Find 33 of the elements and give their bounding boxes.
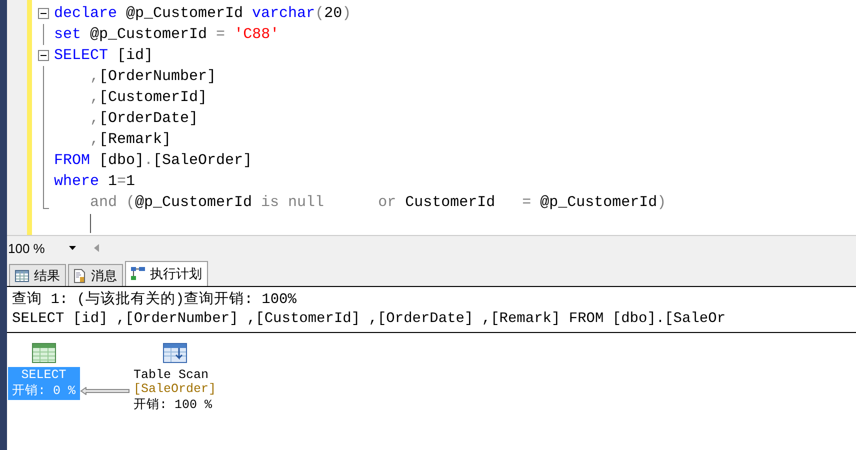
text-cursor — [90, 214, 91, 233]
code-line: declare @p_CustomerId varchar(20) — [54, 5, 352, 22]
result-tab[interactable]: 结果 — [9, 264, 66, 286]
code-line: and (@p_CustomerId is null or CustomerId = @p_CustomerId) — [89, 194, 666, 211]
code-line: where 1=1 — [54, 173, 136, 190]
cost-label: 开销: 0 % — [12, 383, 76, 399]
query-text: SELECT [id] ,[OrderNumber] ,[CustomerId] ,[OrderDate] ,[Remark] FROM [dbo].[SaleOr — [7, 309, 856, 333]
operator-label: SELECT — [21, 368, 66, 382]
code-line: ,[CustomerId] — [89, 89, 208, 106]
collapse-icon[interactable] — [38, 8, 49, 19]
query-cost-text: 查询 1: (与该批有关的)查询开销: 100% — [11, 290, 298, 309]
table-icon — [32, 343, 56, 363]
code-line: FROM [dbo].[SaleOrder] — [54, 152, 252, 169]
code-line: ,[OrderNumber] — [89, 68, 216, 85]
collapse-icon[interactable] — [38, 50, 49, 61]
result-tab[interactable]: 消息 — [68, 264, 123, 286]
outline-line — [43, 24, 44, 45]
code-line: ,[OrderDate] — [89, 110, 198, 127]
flow-arrow — [80, 387, 130, 395]
code-line: set @p_CustomerId = 'C88' — [54, 26, 280, 43]
code-line: ,[Remark] — [89, 131, 172, 148]
table-scan-icon — [162, 343, 187, 363]
operator-label: Table Scan — [134, 368, 209, 382]
zoom-dropdown[interactable]: 100 % — [7, 240, 80, 256]
plan-node[interactable]: Table Scan [SaleOrder] 开销: 100 % — [130, 343, 220, 414]
object-label: [SaleOrder] — [134, 382, 216, 396]
document-icon — [74, 268, 86, 282]
plan-icon — [131, 267, 145, 281]
grid-icon — [15, 270, 29, 282]
code-line: SELECT [id] — [54, 47, 154, 64]
caret-icon — [68, 246, 76, 250]
result-tab[interactable]: 执行计划 — [125, 261, 208, 286]
cost-label: 开销: 100 % — [134, 397, 212, 413]
